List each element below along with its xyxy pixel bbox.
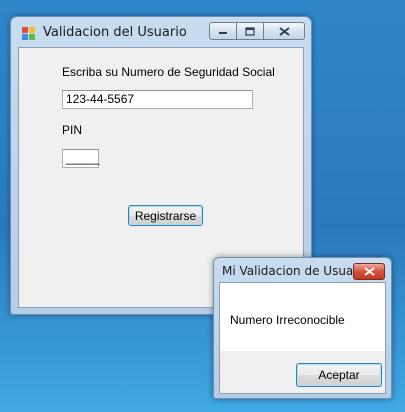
window-controls xyxy=(209,22,305,40)
window-title: Validacion del Usuario xyxy=(43,25,187,40)
ssn-input[interactable]: 123-44-5567 xyxy=(62,90,253,109)
maximize-icon xyxy=(245,26,255,36)
pin-label: PIN xyxy=(62,123,83,137)
ssn-label: Escriba su Numero de Seguridad Social xyxy=(62,65,275,79)
close-icon xyxy=(278,26,290,36)
dialog-message-area: Numero Irreconocible xyxy=(220,283,385,351)
maximize-button[interactable] xyxy=(236,22,263,40)
minimize-button[interactable] xyxy=(209,22,236,40)
dialog-message: Numero Irreconocible xyxy=(230,313,345,327)
close-icon xyxy=(363,267,375,276)
title-bar[interactable]: Validacion del Usuario xyxy=(11,17,311,47)
close-button[interactable] xyxy=(263,22,305,40)
app-icon[interactable] xyxy=(22,27,35,40)
pin-input[interactable]: _____ xyxy=(62,149,99,168)
minimize-icon xyxy=(219,32,227,34)
message-dialog: Mi Validacion de Usuario Numero Irrecono… xyxy=(213,257,392,399)
dialog-close-button[interactable] xyxy=(353,263,385,280)
accept-button[interactable]: Aceptar xyxy=(296,363,382,387)
register-button[interactable]: Registrarse xyxy=(128,205,203,226)
dialog-title: Mi Validacion de Usuario xyxy=(222,264,369,278)
dialog-client-area: Numero Irreconocible Aceptar xyxy=(219,282,386,394)
